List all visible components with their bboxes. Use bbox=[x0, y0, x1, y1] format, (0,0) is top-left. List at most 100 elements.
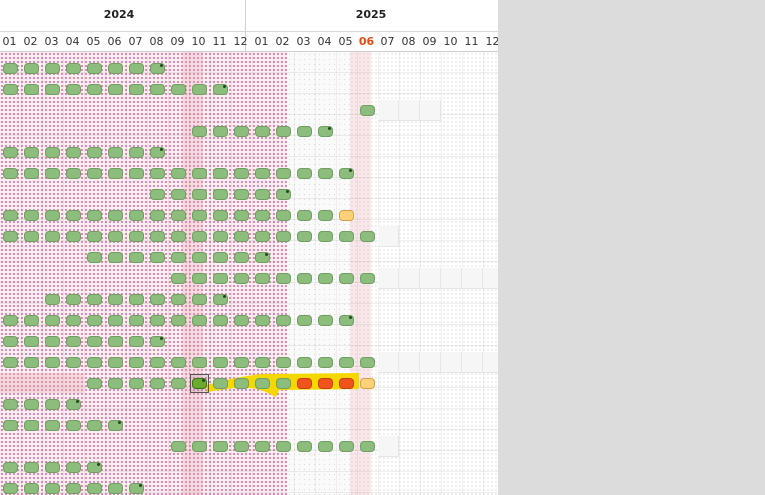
status-cell-done[interactable] bbox=[171, 168, 186, 179]
status-cell-done[interactable] bbox=[255, 126, 270, 137]
status-cell-done[interactable] bbox=[3, 462, 18, 473]
status-cell-done[interactable] bbox=[192, 231, 207, 242]
empty-slot[interactable] bbox=[483, 352, 498, 373]
status-cell-done[interactable] bbox=[318, 315, 333, 326]
status-cell-done[interactable] bbox=[3, 336, 18, 347]
status-cell-done[interactable] bbox=[45, 84, 60, 95]
status-cell-done[interactable] bbox=[87, 147, 102, 158]
status-cell-done[interactable] bbox=[276, 126, 291, 137]
status-cell-pending[interactable] bbox=[360, 378, 375, 389]
status-cell-done[interactable] bbox=[129, 168, 144, 179]
status-cell-done[interactable] bbox=[129, 378, 144, 389]
status-cell-done[interactable] bbox=[45, 336, 60, 347]
status-cell-done[interactable] bbox=[129, 315, 144, 326]
status-cell-done[interactable] bbox=[255, 315, 270, 326]
status-cell-done[interactable] bbox=[66, 168, 81, 179]
status-cell-done[interactable] bbox=[276, 441, 291, 452]
empty-slot[interactable] bbox=[378, 436, 399, 457]
status-cell-done[interactable] bbox=[66, 210, 81, 221]
status-cell-done[interactable] bbox=[171, 189, 186, 200]
status-cell-done[interactable] bbox=[297, 126, 312, 137]
status-cell-done[interactable] bbox=[339, 441, 354, 452]
status-cell-done[interactable] bbox=[234, 357, 249, 368]
status-cell-done[interactable] bbox=[87, 315, 102, 326]
status-cell-done[interactable] bbox=[129, 63, 144, 74]
status-cell-done[interactable] bbox=[276, 315, 291, 326]
status-cell-done[interactable] bbox=[213, 210, 228, 221]
status-cell-done[interactable] bbox=[3, 147, 18, 158]
status-cell-done[interactable] bbox=[192, 84, 207, 95]
timeline-grid[interactable] bbox=[0, 52, 498, 495]
status-cell-done[interactable] bbox=[276, 273, 291, 284]
status-cell-done[interactable] bbox=[87, 84, 102, 95]
status-cell-done[interactable] bbox=[129, 147, 144, 158]
status-cell-done[interactable] bbox=[3, 399, 18, 410]
status-cell-done[interactable] bbox=[255, 168, 270, 179]
empty-slot[interactable] bbox=[378, 100, 399, 121]
status-cell-done[interactable] bbox=[66, 357, 81, 368]
status-cell-done[interactable] bbox=[108, 84, 123, 95]
status-cell-done[interactable] bbox=[87, 168, 102, 179]
empty-slot[interactable] bbox=[399, 100, 420, 121]
status-cell-done[interactable] bbox=[66, 315, 81, 326]
status-cell-done[interactable] bbox=[45, 399, 60, 410]
status-cell-done[interactable] bbox=[24, 357, 39, 368]
status-cell-done[interactable] bbox=[87, 252, 102, 263]
status-cell-done[interactable] bbox=[66, 294, 81, 305]
status-cell-done[interactable] bbox=[255, 210, 270, 221]
status-cell-done[interactable] bbox=[45, 462, 60, 473]
status-cell-done[interactable] bbox=[150, 210, 165, 221]
status-cell-alert[interactable] bbox=[339, 378, 354, 389]
status-cell-done[interactable] bbox=[192, 441, 207, 452]
status-cell-done[interactable] bbox=[24, 462, 39, 473]
status-cell-done[interactable] bbox=[108, 252, 123, 263]
status-cell-done[interactable] bbox=[234, 315, 249, 326]
status-cell-done[interactable] bbox=[192, 168, 207, 179]
status-cell-done[interactable] bbox=[108, 483, 123, 494]
status-cell-done[interactable] bbox=[318, 273, 333, 284]
empty-slot[interactable] bbox=[462, 268, 483, 289]
status-cell-done[interactable] bbox=[66, 336, 81, 347]
status-cell-done[interactable] bbox=[234, 189, 249, 200]
status-cell-done[interactable] bbox=[192, 210, 207, 221]
status-cell-done[interactable] bbox=[150, 294, 165, 305]
status-cell-done[interactable] bbox=[297, 231, 312, 242]
status-cell-done[interactable] bbox=[24, 63, 39, 74]
status-cell-done[interactable] bbox=[192, 294, 207, 305]
status-cell-done[interactable] bbox=[45, 63, 60, 74]
status-cell-done[interactable] bbox=[213, 168, 228, 179]
empty-slot[interactable] bbox=[378, 268, 399, 289]
status-cell-done[interactable] bbox=[24, 168, 39, 179]
status-cell-done[interactable] bbox=[45, 483, 60, 494]
status-cell-done[interactable] bbox=[24, 420, 39, 431]
status-cell-done[interactable] bbox=[297, 315, 312, 326]
status-cell-done[interactable] bbox=[3, 420, 18, 431]
status-cell-done[interactable] bbox=[150, 315, 165, 326]
status-cell-done[interactable] bbox=[276, 378, 291, 389]
status-cell-done[interactable] bbox=[213, 126, 228, 137]
status-cell-done[interactable] bbox=[45, 231, 60, 242]
status-cell-done[interactable] bbox=[213, 357, 228, 368]
status-cell-done[interactable] bbox=[318, 357, 333, 368]
status-cell-done[interactable] bbox=[318, 441, 333, 452]
status-cell-done[interactable] bbox=[360, 357, 375, 368]
status-cell-done[interactable] bbox=[171, 294, 186, 305]
status-cell-done[interactable] bbox=[150, 189, 165, 200]
status-cell-done[interactable] bbox=[297, 210, 312, 221]
status-cell-done[interactable] bbox=[129, 336, 144, 347]
status-cell-done[interactable] bbox=[339, 231, 354, 242]
status-cell-done[interactable] bbox=[192, 126, 207, 137]
status-cell-done[interactable] bbox=[45, 168, 60, 179]
status-cell-done[interactable] bbox=[3, 483, 18, 494]
status-cell-done[interactable] bbox=[360, 231, 375, 242]
status-cell-pending[interactable] bbox=[339, 210, 354, 221]
status-cell-done[interactable] bbox=[192, 357, 207, 368]
status-cell-done[interactable] bbox=[45, 420, 60, 431]
status-cell-done[interactable] bbox=[45, 294, 60, 305]
status-cell-done[interactable] bbox=[255, 189, 270, 200]
status-cell-done[interactable] bbox=[192, 315, 207, 326]
status-cell-done[interactable] bbox=[360, 441, 375, 452]
status-cell-done[interactable] bbox=[213, 252, 228, 263]
status-cell-done[interactable] bbox=[3, 168, 18, 179]
status-cell-done[interactable] bbox=[108, 294, 123, 305]
